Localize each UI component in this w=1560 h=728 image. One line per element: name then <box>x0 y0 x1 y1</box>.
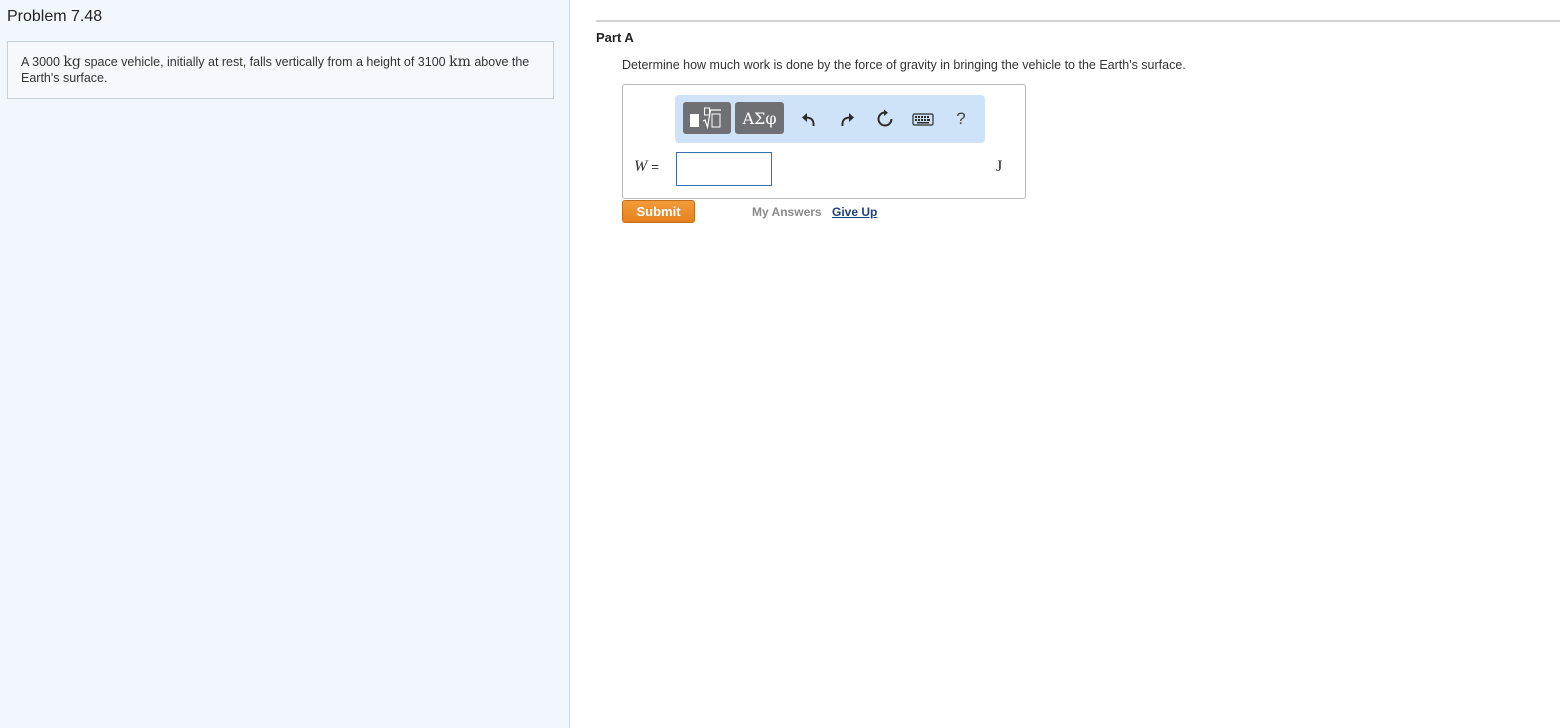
help-button[interactable]: ? <box>949 107 973 131</box>
math-toolbar: ΑΣφ ? <box>675 95 985 143</box>
unit-km: km <box>449 54 471 70</box>
submit-button[interactable]: Submit <box>622 200 695 223</box>
answer-input[interactable] <box>676 152 772 186</box>
problem-panel: Problem 7.48 A 3000 kg space vehicle, in… <box>0 0 570 728</box>
templates-icon <box>690 107 721 130</box>
my-answers-link[interactable]: My Answers <box>752 205 822 219</box>
problem-statement: A 3000 kg space vehicle, initially at re… <box>7 41 554 99</box>
statement-text-1: A 3000 <box>21 55 64 69</box>
answer-box: ΑΣφ ? W = J <box>622 84 1026 199</box>
equals-sign: = <box>651 159 659 174</box>
redo-icon <box>841 113 854 127</box>
answer-unit: J <box>996 158 1003 175</box>
reset-button[interactable] <box>873 107 897 131</box>
statement-text-2: space vehicle, initially at rest, falls … <box>80 55 450 69</box>
redo-button[interactable] <box>835 107 859 131</box>
undo-icon <box>802 113 815 127</box>
reset-icon <box>877 109 893 127</box>
greek-symbols-button[interactable]: ΑΣφ <box>735 102 784 134</box>
undo-button[interactable] <box>797 107 821 131</box>
templates-button[interactable] <box>683 102 731 134</box>
variable-name: W <box>634 158 648 175</box>
keyboard-icon <box>912 113 934 126</box>
question-text: Determine how much work is done by the f… <box>622 58 1186 72</box>
unit-kg: kg <box>63 54 81 70</box>
give-up-link[interactable]: Give Up <box>832 205 877 219</box>
part-divider <box>596 20 1560 22</box>
keyboard-button[interactable] <box>911 107 935 131</box>
answer-variable: W = <box>634 158 659 176</box>
problem-title: Problem 7.48 <box>7 8 103 25</box>
part-label: Part A <box>596 30 634 45</box>
